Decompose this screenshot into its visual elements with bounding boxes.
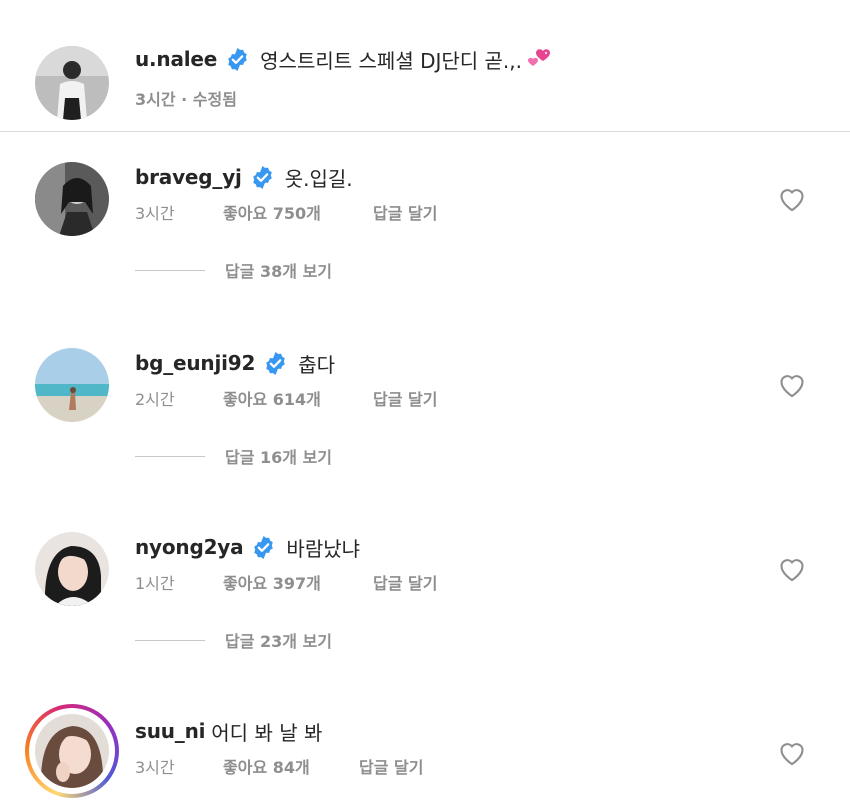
avatar[interactable] [35,46,109,120]
comment-timestamp: 3시간 [135,204,175,223]
comment-username[interactable]: braveg_yj [135,165,242,189]
avatar-photo-bravegyj [35,162,109,236]
comment-timestamp: 1시간 [135,574,175,593]
comment-likes[interactable]: 좋아요 614개 [223,386,373,410]
view-replies-button[interactable]: 답글 38개 보기 [135,258,332,282]
verified-badge-icon [251,535,276,560]
heart-outline-icon[interactable] [778,740,806,766]
reply-button[interactable]: 답글 달기 [373,570,437,594]
replies-divider [135,269,205,271]
comment-meta: 3시간 좋아요 750개 답글 달기 [135,200,437,224]
comment-item: nyong2ya 바람났냐 1시간 좋아요 397개 답글 달기 답글 23개 … [0,532,850,652]
comment-text: 옷.입길. [284,166,353,191]
comment-meta: 1시간 좋아요 397개 답글 달기 [135,570,437,594]
comment-text: 춥다 [298,352,336,377]
comment-likes[interactable]: 좋아요 750개 [223,200,373,224]
reply-button[interactable]: 답글 달기 [359,754,423,778]
view-replies-button[interactable]: 답글 16개 보기 [135,444,332,468]
comment-item: suu_ni 어디 봐 날 봐 3시간 좋아요 84개 답글 달기 [0,704,850,808]
avatar-photo-unalee [35,46,109,120]
view-replies-button[interactable]: 답글 23개 보기 [135,628,332,652]
replies-divider [135,639,205,641]
heart-outline-icon[interactable] [778,186,806,212]
comment-meta: 3시간 좋아요 84개 답글 달기 [135,754,423,778]
caption-timestamp: 3시간 · 수정됨 [135,90,237,109]
avatar[interactable] [35,532,109,606]
comment-meta: 2시간 좋아요 614개 답글 달기 [135,386,437,410]
comment-timestamp: 3시간 [135,758,175,777]
avatar[interactable] [35,348,109,422]
heart-outline-icon[interactable] [778,556,806,582]
comment-username[interactable]: nyong2ya [135,535,244,559]
caption-username[interactable]: u.nalee [135,47,217,71]
reply-button[interactable]: 답글 달기 [373,386,437,410]
view-replies-label: 답글 38개 보기 [225,262,333,281]
verified-badge-icon [263,351,288,376]
view-replies-label: 답글 23개 보기 [225,632,333,651]
comment-line: suu_ni 어디 봐 날 봐 [135,716,322,746]
comment-likes[interactable]: 좋아요 84개 [223,754,359,778]
comment-item: bg_eunji92 춥다 2시간 좋아요 614개 답글 달기 답글 16개 … [0,348,850,468]
heart-outline-icon[interactable] [778,372,806,398]
avatar-photo-bgeunji92 [35,348,109,422]
comment-likes[interactable]: 좋아요 397개 [223,570,373,594]
caption-meta: 3시간 · 수정됨 [135,86,237,110]
comment-item: braveg_yj 옷.입길. 3시간 좋아요 750개 답글 달기 답글 38… [0,162,850,282]
comment-line: bg_eunji92 춥다 [135,348,335,378]
caption-text: 영스트리트 스페셜 DJ단디 곧.,. [260,48,522,73]
verified-badge-icon [225,47,250,72]
heart-revolving-icon [524,47,554,71]
caption-line: u.nalee 영스트리트 스페셜 DJ단디 곧.,. [135,44,554,74]
replies-divider [135,455,205,457]
avatar-photo-nyong2ya [35,532,109,606]
avatar[interactable] [35,162,109,236]
avatar[interactable] [35,714,109,788]
reply-button[interactable]: 답글 달기 [373,200,437,224]
comment-username[interactable]: bg_eunji92 [135,351,255,375]
view-replies-label: 답글 16개 보기 [225,448,333,467]
verified-badge-icon [250,165,275,190]
comment-line: braveg_yj 옷.입길. [135,162,353,192]
avatar-photo-suuni [35,714,109,788]
comment-line: nyong2ya 바람났냐 [135,532,360,562]
story-ring[interactable] [25,704,119,798]
comment-text: 어디 봐 날 봐 [211,720,323,745]
comment-username[interactable]: suu_ni [135,719,205,743]
comments-screen: u.nalee 영스트리트 스페셜 DJ단디 곧.,. 3시간 · 수정됨 br… [0,0,850,808]
post-caption: u.nalee 영스트리트 스페셜 DJ단디 곧.,. 3시간 · 수정됨 [0,0,850,132]
comment-timestamp: 2시간 [135,390,175,409]
comment-text: 바람났냐 [286,536,361,561]
